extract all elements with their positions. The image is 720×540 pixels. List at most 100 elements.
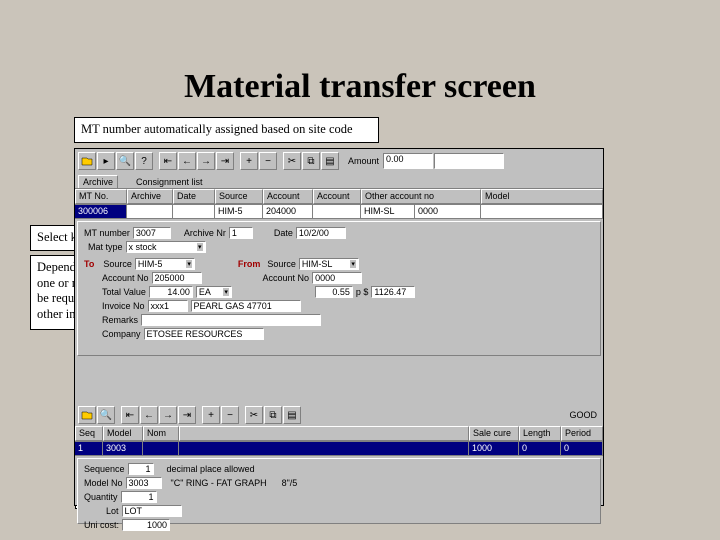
cell-spacer[interactable] [179, 441, 469, 456]
archive-nr-field[interactable]: 1 [229, 227, 253, 239]
col-account2[interactable]: Account [313, 189, 361, 204]
callout-mt-number: MT number automatically assigned based o… [74, 117, 379, 143]
tab-archive[interactable]: Archive [78, 175, 118, 188]
add-icon[interactable]: + [240, 152, 258, 170]
source2-dropdown[interactable]: HIM-SL [299, 258, 359, 270]
first-icon[interactable]: ⇤ [159, 152, 177, 170]
last2-icon[interactable]: ⇥ [178, 406, 196, 424]
col-nom[interactable]: Nom [143, 426, 179, 441]
company-label: Company [102, 329, 141, 339]
cell-period[interactable]: 0 [561, 441, 603, 456]
page-title: Material transfer screen [0, 68, 720, 106]
account-label: Account No [102, 273, 149, 283]
link2-icon[interactable]: ⧉ [264, 406, 282, 424]
cell-nom[interactable] [143, 441, 179, 456]
lot-field[interactable]: LOT [122, 505, 182, 517]
mat-type-dropdown[interactable]: x stock [126, 241, 206, 253]
prev-icon[interactable]: ← [178, 152, 196, 170]
col-mt-no[interactable]: MT No. [75, 189, 127, 204]
bot-grid-row[interactable]: 1 3003 1000 0 0 [75, 441, 603, 456]
help-icon[interactable]: ? [135, 152, 153, 170]
col-other[interactable]: Other account no [361, 189, 481, 204]
cut-icon[interactable]: ✂ [283, 152, 301, 170]
add2-icon[interactable]: + [202, 406, 220, 424]
cut2-icon[interactable]: ✂ [245, 406, 263, 424]
cell-length[interactable]: 0 [519, 441, 561, 456]
col-spacer[interactable] [179, 426, 469, 441]
currency-dropdown[interactable]: EA [196, 286, 232, 298]
cell-mt-no[interactable]: 300006 [75, 204, 127, 219]
rate-val-field: 1126.47 [371, 286, 415, 298]
search-icon[interactable]: 🔍 [116, 152, 134, 170]
cell-date[interactable] [173, 204, 215, 219]
col-sale-cure[interactable]: Sale cure [469, 426, 519, 441]
amount-input-2[interactable] [434, 153, 504, 169]
run-icon[interactable]: ▸ [97, 152, 115, 170]
open2-icon[interactable] [78, 406, 96, 424]
remove2-icon[interactable]: − [221, 406, 239, 424]
cost-field[interactable]: 1000 [122, 519, 170, 531]
sequence-field[interactable]: 1 [128, 463, 154, 475]
cell-model[interactable] [481, 204, 603, 219]
cell-sale-cure[interactable]: 1000 [469, 441, 519, 456]
next-icon[interactable]: → [197, 152, 215, 170]
cell-account2[interactable] [313, 204, 361, 219]
col-date[interactable]: Date [173, 189, 215, 204]
sequence-label: Sequence [84, 464, 125, 474]
model-no-label: Model No [84, 478, 123, 488]
top-grid-header: MT No. Archive Date Source Account Accou… [75, 189, 603, 204]
col-model2[interactable]: Model [103, 426, 143, 441]
col-archive[interactable]: Archive [127, 189, 173, 204]
pearl-field[interactable]: PEARL GAS 47701 [191, 300, 301, 312]
account2-field[interactable]: 0000 [312, 272, 362, 284]
remove-icon[interactable]: − [259, 152, 277, 170]
last-icon[interactable]: ⇥ [216, 152, 234, 170]
cell-model2[interactable]: 3003 [103, 441, 143, 456]
cost-label: Uni cost: [84, 520, 119, 530]
cell-archive[interactable] [127, 204, 173, 219]
total-field[interactable]: 14.00 [149, 286, 193, 298]
col-seq[interactable]: Seq [75, 426, 103, 441]
account-field[interactable]: 205000 [152, 272, 202, 284]
cell-account[interactable]: 204000 [263, 204, 313, 219]
good-label: GOOD [569, 410, 597, 420]
remarks-field[interactable] [141, 314, 321, 326]
doc-icon[interactable]: ▤ [321, 152, 339, 170]
top-grid-row[interactable]: 300006 HIM-5 204000 HIM-SL 0000 [75, 204, 603, 219]
search2-icon[interactable]: 🔍 [97, 406, 115, 424]
amount-input[interactable]: 0.00 [383, 153, 433, 169]
cell-other[interactable]: HIM-SL [361, 204, 415, 219]
tab-bar: Archive Consignment list [75, 173, 603, 189]
link-icon[interactable]: ⧉ [302, 152, 320, 170]
next2-icon[interactable]: → [159, 406, 177, 424]
qty-label: Quantity [84, 492, 118, 502]
cell-other2[interactable]: 0000 [415, 204, 481, 219]
invoice-label: Invoice No [102, 301, 145, 311]
model-desc: "C" RING - FAT GRAPH [171, 478, 267, 488]
mt-number-field[interactable]: 3007 [133, 227, 171, 239]
source2-label: Source [267, 259, 296, 269]
model-no-field[interactable]: 3003 [126, 477, 162, 489]
qty-field[interactable]: 1 [121, 491, 157, 503]
cell-seq[interactable]: 1 [75, 441, 103, 456]
first2-icon[interactable]: ⇤ [121, 406, 139, 424]
invoice-field[interactable]: xxx1 [148, 300, 188, 312]
details-panel: MT number 3007 Archive Nr 1 Date 10/2/00… [77, 221, 601, 356]
open-icon[interactable] [78, 152, 96, 170]
company-field[interactable]: ETOSEE RESOURCES [144, 328, 264, 340]
mat-type-label: Mat type [88, 242, 123, 252]
col-account[interactable]: Account [263, 189, 313, 204]
tab-consignment[interactable]: Consignment list [132, 176, 207, 188]
col-model[interactable]: Model [481, 189, 603, 204]
col-length[interactable]: Length [519, 426, 561, 441]
source-dropdown[interactable]: HIM-5 [135, 258, 195, 270]
cell-source[interactable]: HIM-5 [215, 204, 263, 219]
doc2-icon[interactable]: ▤ [283, 406, 301, 424]
date-field[interactable]: 10/2/00 [296, 227, 346, 239]
rate-field[interactable]: 0.55 [315, 286, 353, 298]
prev2-icon[interactable]: ← [140, 406, 158, 424]
amount-label: Amount [348, 156, 379, 166]
col-source[interactable]: Source [215, 189, 263, 204]
decimal-label: decimal place allowed [167, 464, 255, 474]
col-period[interactable]: Period [561, 426, 603, 441]
